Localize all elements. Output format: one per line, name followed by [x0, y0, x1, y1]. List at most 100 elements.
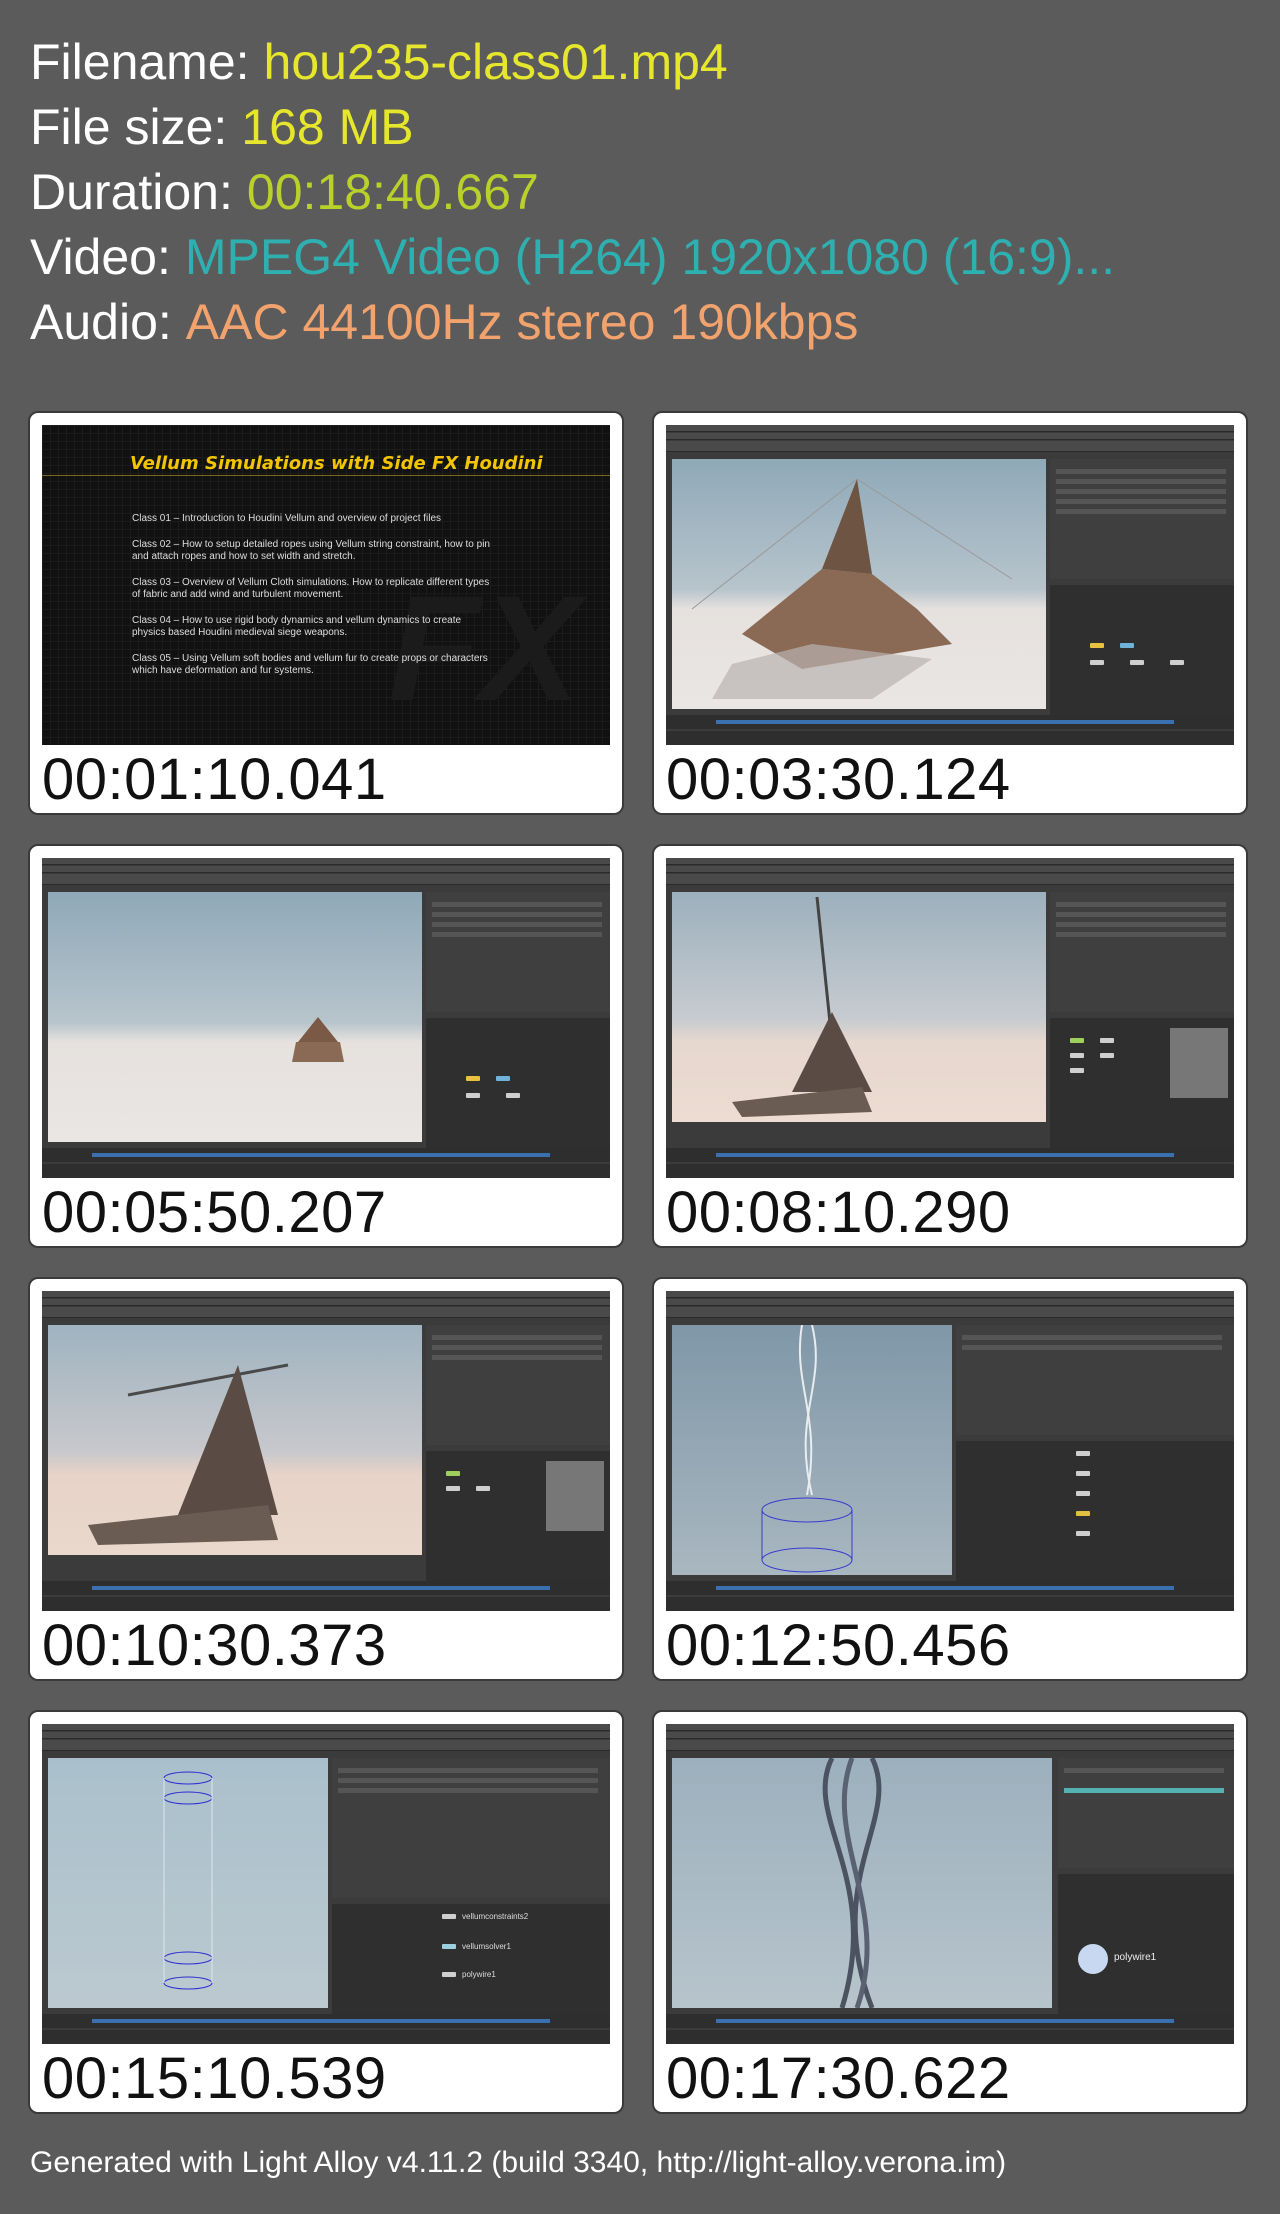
- playbar: [92, 1153, 550, 1157]
- node: [1090, 660, 1104, 665]
- node-label: polywire1: [1114, 1952, 1157, 1963]
- toolbar: [42, 874, 610, 885]
- rope-scene: [761, 1324, 853, 1573]
- duration-value: 00:18:40.667: [246, 164, 539, 220]
- viewport: [672, 459, 1046, 709]
- thumbnail-card[interactable]: 00:12:50.456: [652, 1277, 1248, 1681]
- timeline: [666, 731, 1234, 745]
- node: [496, 1076, 510, 1081]
- node: [466, 1076, 480, 1081]
- houdini-ui: [666, 425, 1234, 745]
- playbar: [716, 2019, 1174, 2023]
- toolbar: [42, 1307, 610, 1318]
- thumbnail-card[interactable]: 00:03:30.124: [652, 411, 1248, 815]
- slide-item: Class 05 – Using Vellum soft bodies and …: [132, 653, 488, 676]
- playbar: [716, 720, 1174, 724]
- shelf-bar: [666, 433, 1234, 440]
- menu-bar: [42, 1291, 610, 1298]
- shelf-bar: [42, 866, 610, 873]
- param-row: [432, 902, 602, 907]
- node-label: vellumsolver1: [462, 1942, 511, 1951]
- playbar: [716, 1153, 1174, 1157]
- video-value: MPEG4 Video (H264) 1920x1080 (16:9)...: [184, 229, 1116, 285]
- preview-panel: [546, 1461, 604, 1531]
- trebuchet-scene: [88, 1363, 289, 1545]
- param-row: [1056, 509, 1226, 514]
- houdini-ui: polywire1: [666, 1724, 1234, 2044]
- houdini-ui: [42, 858, 610, 1178]
- node: [1170, 660, 1184, 665]
- size-value: 168 MB: [241, 99, 414, 155]
- param-row: [432, 922, 602, 927]
- node: [446, 1486, 460, 1491]
- thumbnail-card[interactable]: vellumconstraints2 vellumsolver1 polywir…: [28, 1710, 624, 2114]
- size-line: File size: 168 MB: [30, 95, 1115, 160]
- thumbnail-image: [666, 1291, 1234, 1611]
- thumbnail-card[interactable]: 00:08:10.290: [652, 844, 1248, 1248]
- thumbnail-image: [666, 425, 1234, 745]
- timeline: [666, 1148, 1234, 1162]
- timeline: [666, 2014, 1234, 2028]
- node: [446, 1471, 460, 1476]
- thumbnail-image: [42, 1291, 610, 1611]
- node: [1070, 1068, 1084, 1073]
- param-row: [432, 932, 602, 937]
- thumbnail-card[interactable]: FX Vellum Simulations with Side FX Houdi…: [28, 411, 624, 815]
- viewport: [672, 1756, 1052, 2009]
- shelf-bar: [666, 866, 1234, 873]
- node: [1076, 1511, 1090, 1516]
- timeline: [42, 1164, 610, 1178]
- param-row: [1064, 1768, 1224, 1773]
- thumbnail-image: vellumconstraints2 vellumsolver1 polywir…: [42, 1724, 610, 2044]
- timestamp: 00:10:30.373: [42, 1613, 387, 1678]
- node-label: polywire1: [462, 1970, 496, 1979]
- timeline: [666, 1597, 1234, 1611]
- node: [1078, 1944, 1108, 1974]
- slide-item: Class 02 – How to setup detailed ropes u…: [132, 539, 490, 562]
- param-row: [962, 1335, 1222, 1340]
- timeline: [42, 2030, 610, 2044]
- param-row: [1056, 932, 1226, 937]
- menu-bar: [42, 858, 610, 865]
- viewport: [48, 1325, 422, 1555]
- timeline: [666, 2030, 1234, 2044]
- thumbnail-card[interactable]: 00:10:30.373: [28, 1277, 624, 1681]
- thumbnail-card[interactable]: polywire1 00:17:30.622: [652, 1710, 1248, 2114]
- param-row: [1056, 902, 1226, 907]
- slide-item: Class 04 – How to use rigid body dynamic…: [132, 615, 462, 638]
- shelf-bar: [42, 1299, 610, 1306]
- parameter-panel: [332, 1758, 610, 1898]
- node: [1090, 643, 1104, 648]
- timeline: [666, 1164, 1234, 1178]
- param-row: [1056, 479, 1226, 484]
- timestamp: 00:05:50.207: [42, 1180, 387, 1245]
- timeline: [42, 1581, 610, 1595]
- param-row: [1056, 489, 1226, 494]
- timestamp: 00:17:30.622: [666, 2046, 1011, 2111]
- param-row: [338, 1788, 598, 1793]
- slide-item: Class 01 – Introduction to Houdini Vellu…: [132, 513, 442, 524]
- braid-scene: [822, 1756, 882, 2009]
- thumbnail-card[interactable]: 00:05:50.207: [28, 844, 624, 1248]
- node: [1076, 1531, 1090, 1536]
- node: [1076, 1451, 1090, 1456]
- tent-scene: [691, 478, 1013, 699]
- title-slide: FX Vellum Simulations with Side FX Houdi…: [42, 425, 610, 745]
- media-info: Filename: hou235-class01.mp4 File size: 16…: [30, 30, 1115, 355]
- param-row: [432, 1355, 602, 1360]
- filename-line: Filename: hou235-class01.mp4: [30, 30, 1115, 95]
- shelf-bar: [666, 1732, 1234, 1739]
- thumbnail-image: [42, 858, 610, 1178]
- param-row: [1056, 469, 1226, 474]
- timestamp: 00:03:30.124: [666, 747, 1011, 812]
- node-label: vellumconstraints2: [462, 1912, 529, 1921]
- shelf-bar: [42, 1732, 610, 1739]
- viewport: [48, 1758, 328, 2008]
- toolbar: [42, 1740, 610, 1751]
- size-label: File size:: [30, 99, 228, 155]
- timeline: [42, 1597, 610, 1611]
- slide-divider: [42, 475, 610, 476]
- param-row: [962, 1345, 1222, 1350]
- param-row: [1056, 499, 1226, 504]
- video-label: Video:: [30, 229, 171, 285]
